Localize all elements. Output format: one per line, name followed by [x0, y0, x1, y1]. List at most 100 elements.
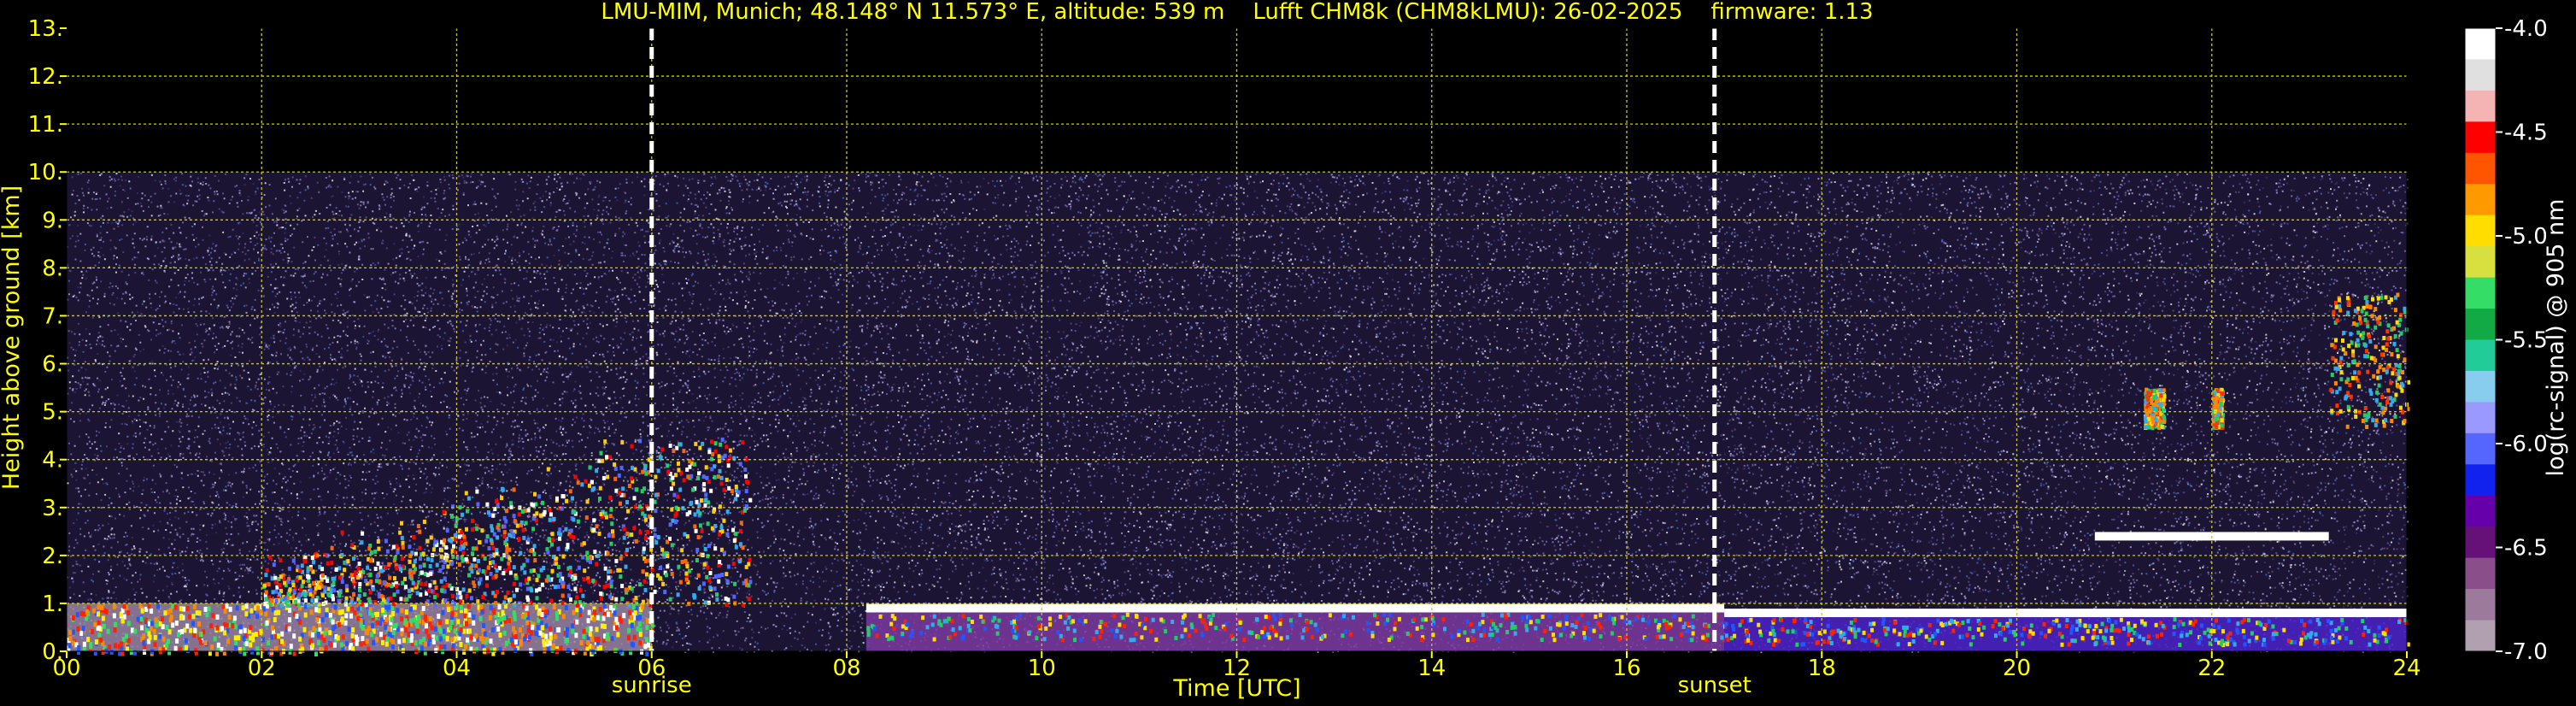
aerosol-cell	[556, 546, 560, 551]
boundary-layer-cell	[463, 613, 467, 619]
cloud-cell	[1646, 620, 1651, 625]
cloud-cell	[2333, 358, 2338, 363]
aerosol-cell	[608, 495, 613, 500]
cloud-cell	[2199, 636, 2203, 641]
aerosol-cell	[429, 535, 433, 540]
cloud-cell	[2075, 619, 2080, 624]
boundary-layer-cell	[265, 620, 269, 626]
cloud-cell	[2146, 403, 2151, 408]
aerosol-cell	[713, 441, 718, 446]
boundary-layer-cell	[150, 608, 154, 614]
cloud-cell	[1482, 632, 1487, 638]
boundary-layer-cell	[622, 613, 626, 619]
aerosol-cell	[677, 468, 681, 473]
aerosol-cell	[390, 584, 394, 589]
cloud-cell	[2339, 356, 2344, 361]
boundary-layer-cell	[81, 626, 85, 632]
cloud-cell	[2228, 637, 2233, 642]
cloud-cell	[2255, 635, 2259, 640]
aerosol-cell	[270, 576, 274, 581]
cloud-cell	[2087, 624, 2092, 629]
boundary-layer-cell	[391, 638, 396, 644]
cloud-cell	[1066, 626, 1071, 631]
aerosol-cell	[731, 527, 736, 532]
aerosol-cell	[354, 570, 358, 575]
aerosol-cell	[733, 581, 737, 586]
aerosol-cell	[492, 552, 496, 557]
cloud-cell	[1980, 632, 1984, 637]
boundary-layer-cell	[97, 611, 100, 617]
cloud-cell	[2334, 304, 2338, 309]
boundary-layer-cell	[67, 643, 72, 649]
aerosol-cell	[630, 532, 634, 538]
cloud-cell	[2356, 338, 2360, 343]
cloud-cell	[2221, 391, 2225, 396]
aerosol-cell	[685, 564, 689, 569]
aerosol-cell	[368, 573, 373, 578]
cloud-cell	[1583, 626, 1587, 631]
boundary-layer-cell	[320, 634, 324, 640]
aerosol-cell	[351, 579, 355, 584]
cloud-cell	[1933, 632, 1938, 637]
cloud-cell	[995, 631, 1000, 636]
cloud-cell	[2057, 623, 2062, 628]
boundary-layer-cell	[512, 610, 516, 616]
cloud-cell	[1048, 622, 1052, 627]
boundary-layer-cell	[288, 617, 291, 623]
boundary-layer-cell	[273, 617, 277, 622]
aerosol-cell	[742, 508, 747, 513]
boundary-layer-cell	[407, 632, 411, 638]
aerosol-cell	[730, 489, 734, 493]
aerosol-cell	[278, 582, 282, 587]
aerosol-cell	[717, 454, 721, 459]
aerosol-cell	[591, 578, 596, 583]
boundary-layer-cell	[243, 627, 247, 633]
cloud-cell	[2372, 374, 2376, 379]
aerosol-cell	[492, 532, 496, 537]
boundary-layer-cell	[520, 613, 525, 619]
aerosol-cell	[408, 588, 411, 593]
aerosol-cell	[526, 508, 531, 513]
aerosol-cell	[573, 586, 578, 591]
aerosol-cell	[713, 546, 718, 551]
boundary-layer-cell	[328, 630, 332, 636]
aerosol-cell	[691, 487, 695, 492]
cloud-cell	[2365, 303, 2369, 309]
boundary-layer-cell	[391, 630, 396, 636]
boundary-layer-cell	[402, 638, 406, 644]
cloud-cell	[1421, 617, 1425, 622]
boundary-layer-cell	[324, 644, 328, 650]
boundary-layer-cell	[152, 628, 156, 634]
aerosol-cell	[677, 461, 680, 466]
cloud-cell	[1420, 638, 1424, 642]
cloud-cell	[1558, 622, 1562, 627]
cloud-cell	[1110, 628, 1114, 633]
cloud-cell	[2382, 423, 2386, 428]
boundary-layer-cell	[277, 609, 281, 615]
boundary-layer-cell	[601, 615, 606, 621]
cloud-cell	[1903, 629, 1907, 634]
cloud-cell	[1552, 632, 1555, 638]
cloud-cell	[2162, 420, 2166, 424]
cloud-cell	[2217, 625, 2221, 630]
aerosol-cell	[271, 590, 275, 595]
boundary-layer-cell	[578, 607, 583, 613]
ceilometer-chart: sunrise sunset 00 02 04 06 08 10 12 14 16 18 20 22 24…	[0, 0, 2569, 702]
cloud-cell	[2027, 633, 2031, 638]
boundary-layer-cell	[442, 628, 446, 634]
x-tick-label: 10	[1028, 656, 1056, 681]
x-tick-label: 06	[637, 656, 666, 681]
cloud-cell	[1113, 633, 1118, 638]
cloud-cell	[2206, 627, 2210, 632]
aerosol-cell	[666, 469, 671, 474]
boundary-layer-cell	[394, 623, 398, 628]
cloud-cell	[2098, 629, 2103, 634]
boundary-layer-cell	[557, 627, 561, 632]
boundary-layer-cell	[133, 628, 138, 634]
cloud-cell	[1968, 627, 1972, 631]
cloud-cell	[2330, 409, 2334, 414]
cloud-cell	[2373, 632, 2377, 638]
boundary-layer-cell	[267, 640, 271, 646]
boundary-layer-cell	[255, 632, 259, 637]
y-tick-label: 4.	[42, 448, 63, 474]
